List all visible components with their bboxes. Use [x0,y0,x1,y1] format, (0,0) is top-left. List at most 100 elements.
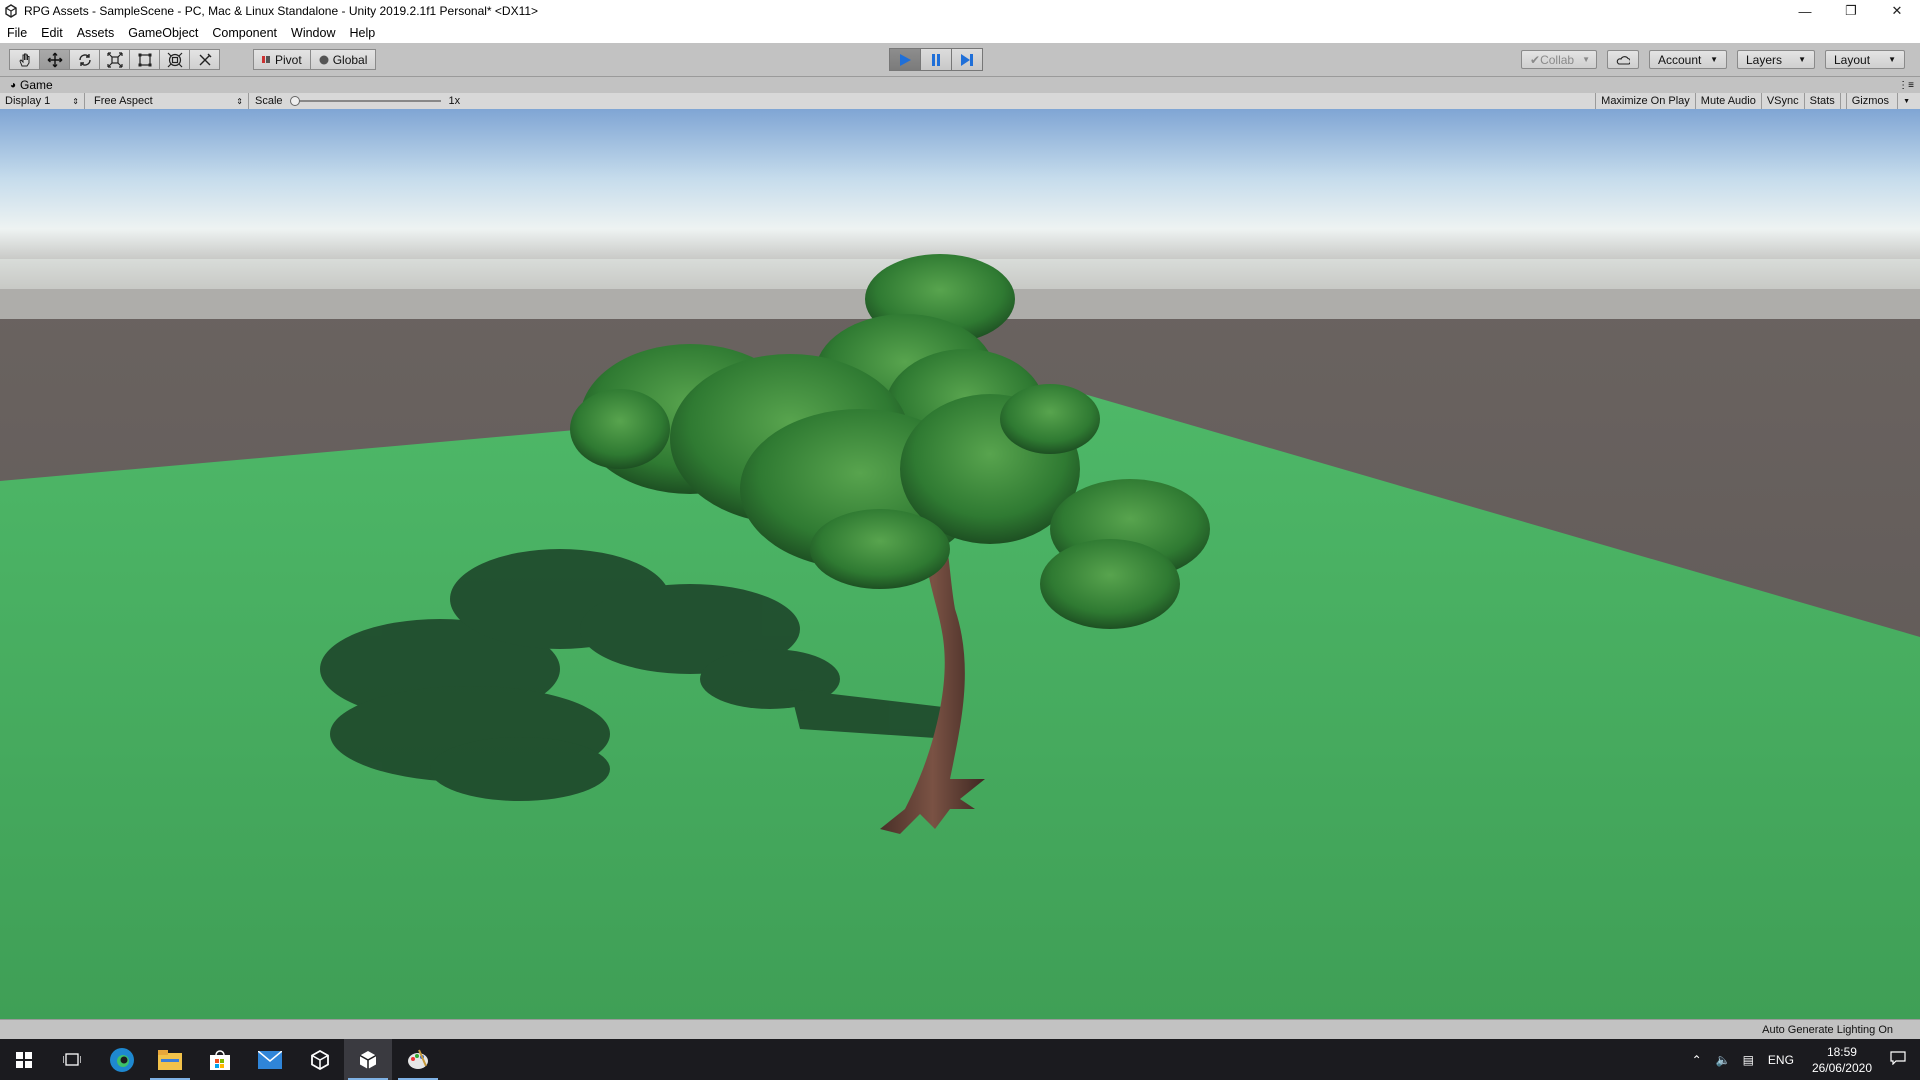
display-dropdown[interactable]: Display 1 ⇕ [0,93,85,109]
updown-icon: ⇕ [72,96,79,106]
cloud-icon [1616,55,1630,65]
clock-time: 18:59 [1826,1044,1857,1059]
account-label: Account [1658,52,1702,67]
transform-tools [9,49,220,70]
handle-toggles: Pivot Global [253,49,377,70]
vsync-toggle[interactable]: VSync [1760,93,1804,109]
scale-slider[interactable] [289,95,441,107]
right-toolbar: ✔ Collab ▼ Account ▼ Layers ▼ Layout ▼ [1521,50,1905,71]
unity-logo-icon [5,4,17,18]
step-icon [961,53,973,66]
chevron-down-icon: ▼ [1888,55,1896,64]
menu-window[interactable]: Window [284,26,342,40]
pause-icon [932,53,940,66]
chevron-down-icon: ▼ [1798,55,1806,64]
edge-icon[interactable] [98,1039,146,1080]
main-toolbar: Pivot Global ✔ Collab ▼ Account ▼ Layers… [0,43,1920,77]
collab-check-icon: ✔ [1530,52,1541,67]
mail-icon[interactable] [246,1039,294,1080]
menu-edit[interactable]: Edit [34,26,70,40]
move-tool-icon[interactable] [39,49,70,70]
layout-dropdown[interactable]: Layout ▼ [1825,50,1905,69]
paint-icon[interactable] [394,1039,442,1080]
game-tab-icon: ◕ [10,79,17,91]
pivot-label: Pivot [275,52,302,67]
volume-icon[interactable]: 🔈 [1716,1053,1731,1067]
windows-start-icon[interactable] [0,1039,48,1080]
gizmos-dropdown[interactable]: Gizmos ▼ [1839,93,1920,109]
pause-button[interactable] [920,48,952,71]
collab-label: Collab [1540,52,1575,67]
aspect-label: Free Aspect [94,95,153,107]
aspect-dropdown[interactable]: Free Aspect ⇕ [89,93,249,109]
chevron-up-icon[interactable]: ⌃ [1692,1053,1702,1067]
game-view-toggles: Maximize On Play Mute Audio VSync Stats … [1595,93,1920,109]
windows-taskbar: ⌃ 🔈 ▤ ENG 18:59 26/06/2020 [0,1039,1920,1080]
rotate-tool-icon[interactable] [69,49,100,70]
chevron-down-icon: ▼ [1897,93,1915,109]
cloud-button[interactable] [1607,50,1639,69]
clock[interactable]: 18:59 26/06/2020 [1812,1044,1872,1076]
task-view-icon[interactable] [48,1039,96,1080]
game-tab-header: ◕ Game ⋮≡ [0,77,1920,93]
window-title: RPG Assets - SampleScene - PC, Mac & Lin… [24,4,539,18]
tab-menu-icon[interactable]: ⋮≡ [1898,80,1914,91]
chevron-down-icon: ▼ [1582,55,1591,64]
mute-audio-toggle[interactable]: Mute Audio [1694,93,1761,109]
menu-bar: File Edit Assets GameObject Component Wi… [0,22,1920,43]
gizmos-label: Gizmos [1845,93,1894,109]
language-indicator[interactable]: ENG [1768,1053,1794,1067]
window-title-bar: RPG Assets - SampleScene - PC, Mac & Lin… [0,0,1920,22]
rect-tool-icon[interactable] [129,49,160,70]
network-icon[interactable]: ▤ [1743,1053,1754,1067]
lighting-status: Auto Generate Lighting On [1762,1024,1893,1036]
layers-dropdown[interactable]: Layers ▼ [1737,50,1815,69]
menu-assets[interactable]: Assets [70,26,122,40]
scale-tool-icon[interactable] [99,49,130,70]
game-scene-render [0,109,1920,1019]
scale-value: 1x [448,95,461,107]
global-toggle[interactable]: Global [309,49,377,70]
unity-hub-icon[interactable] [296,1039,344,1080]
game-view-controls: Display 1 ⇕ Free Aspect ⇕ Scale 1x Maxim… [0,93,1920,110]
menu-gameobject[interactable]: GameObject [121,26,205,40]
clock-date: 26/06/2020 [1811,1060,1872,1075]
menu-help[interactable]: Help [342,26,382,40]
system-tray: ⌃ 🔈 ▤ ENG 18:59 26/06/2020 [1684,1039,1920,1080]
transform-tool-icon[interactable] [159,49,190,70]
step-button[interactable] [951,48,983,71]
play-button[interactable] [889,48,921,71]
pivot-toggle[interactable]: Pivot [253,49,311,70]
notifications-icon[interactable] [1890,1051,1906,1068]
updown-icon: ⇕ [236,96,243,106]
layers-label: Layers [1746,52,1783,67]
status-bar: Auto Generate Lighting On [0,1019,1920,1040]
scale-control: Scale 1x [250,93,470,109]
menu-file[interactable]: File [0,26,34,40]
scale-slider-thumb[interactable] [289,96,300,106]
minimize-icon[interactable]: — [1782,0,1828,22]
game-viewport[interactable] [0,109,1920,1019]
play-icon [900,53,911,66]
store-icon[interactable] [196,1039,244,1080]
pivot-icon [262,56,270,63]
restore-icon[interactable]: ❐ [1828,0,1874,22]
account-dropdown[interactable]: Account ▼ [1649,50,1727,69]
menu-component[interactable]: Component [205,26,284,40]
stats-toggle[interactable]: Stats [1803,93,1840,109]
file-explorer-icon[interactable] [146,1039,194,1080]
chevron-down-icon: ▼ [1710,55,1718,64]
collab-dropdown[interactable]: ✔ Collab ▼ [1521,50,1597,69]
unity-icon[interactable] [344,1039,392,1080]
game-tab[interactable]: Game [20,78,53,92]
scale-label: Scale [255,95,283,107]
display-label: Display 1 [5,95,51,107]
playmode-controls [889,48,983,71]
maximize-on-play-toggle[interactable]: Maximize On Play [1595,93,1695,109]
hand-tool-icon[interactable] [9,49,40,70]
global-label: Global [332,52,368,67]
layout-label: Layout [1834,52,1871,67]
close-icon[interactable]: ✕ [1874,0,1920,22]
globe-icon [319,55,329,64]
custom-tool-icon[interactable] [189,49,220,70]
